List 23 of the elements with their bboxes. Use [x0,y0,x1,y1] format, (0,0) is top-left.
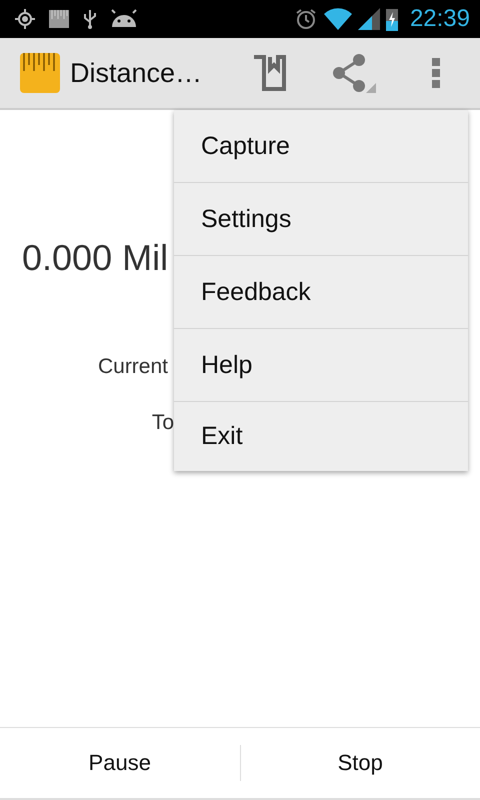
ruler-icon[interactable] [19,52,61,94]
menu-item[interactable]: Capture [174,110,468,183]
battery-icon [386,7,398,31]
action-button[interactable]: Stop [240,728,480,798]
wifi-icon [324,8,352,30]
app-title: Distance… [70,58,204,88]
share-icon[interactable] [332,53,376,93]
usb-icon [82,8,98,30]
ruler-icon [48,8,70,30]
signal-icon [358,8,380,30]
distance-value: 0.000 Mil [22,237,168,279]
total-label: To [152,411,174,434]
menu-item[interactable]: Exit [174,402,468,471]
overflow-menu-icon[interactable] [430,56,442,90]
clock-time: 22:39 [410,5,470,33]
current-label: Current [98,355,168,378]
menu-item[interactable]: Settings [174,183,468,256]
gps-icon [14,8,36,30]
menu-item[interactable]: Help [174,329,468,402]
bookmark-icon[interactable] [252,55,286,91]
alarm-icon [294,7,318,31]
action-button[interactable]: Pause [0,728,240,798]
menu-item[interactable]: Feedback [174,256,468,329]
